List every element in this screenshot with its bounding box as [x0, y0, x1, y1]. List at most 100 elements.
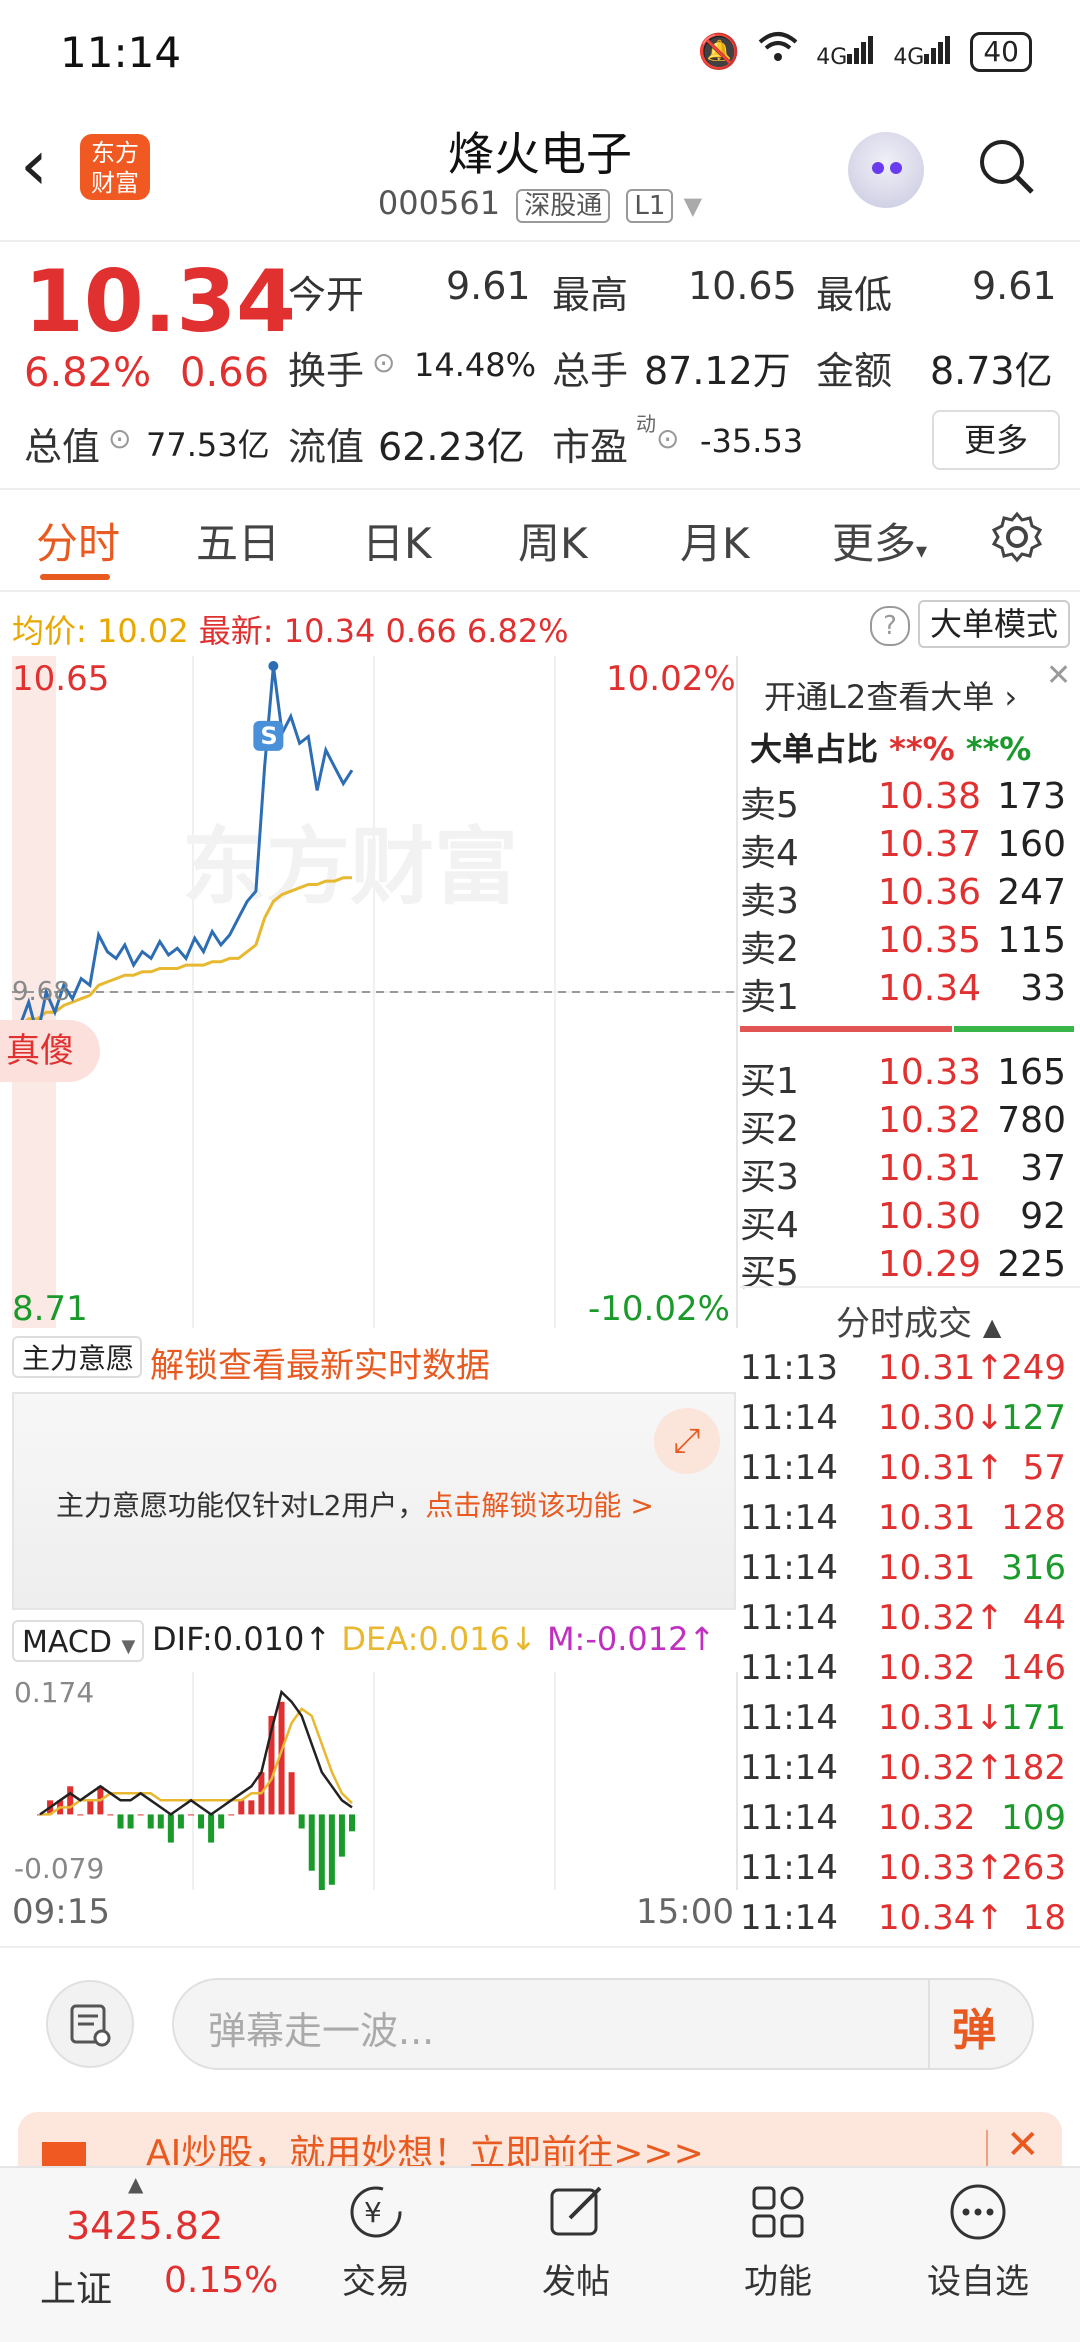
- search-icon[interactable]: [976, 136, 1036, 196]
- tab-weekly-k[interactable]: 周K: [518, 510, 588, 571]
- bid-row[interactable]: 买2 10.32 780: [740, 1100, 1076, 1150]
- macd-bar: [208, 1814, 215, 1843]
- stock-connect-tag: 深股通: [516, 189, 611, 223]
- s-marker[interactable]: S: [253, 720, 284, 751]
- index-value[interactable]: 3425.82: [66, 2204, 223, 2248]
- ask-label: 卖4: [740, 833, 799, 874]
- low-label: 最低: [816, 273, 893, 317]
- chevron-right-icon: ›: [1004, 678, 1018, 716]
- danmu-input[interactable]: 弹幕走一波... 弹: [172, 1978, 1034, 2070]
- mute-icon: 🔕: [697, 31, 741, 72]
- expand-icon[interactable]: ⤢: [654, 1408, 720, 1474]
- time-end-label: 15:00: [636, 1892, 734, 1932]
- info-icon[interactable]: ⊙: [656, 422, 679, 455]
- latest-label: 最新:: [198, 612, 274, 650]
- unlock-link[interactable]: 解锁查看最新实时数据: [150, 1338, 490, 1387]
- tick-volume: 57: [1022, 1448, 1066, 1488]
- intraday-chart[interactable]: 东方财富 S 10.65 10.02% 8.71 -10.02% 9.68 真傻: [0, 656, 738, 1329]
- close-icon[interactable]: ✕: [1006, 2122, 1040, 2168]
- index-name[interactable]: 上证: [40, 2260, 112, 2312]
- tick-volume: 146: [1001, 1648, 1066, 1688]
- close-icon[interactable]: ✕: [1046, 658, 1071, 693]
- comment-bubble[interactable]: 真傻: [0, 1020, 100, 1082]
- grid-icon: [746, 2180, 810, 2244]
- news-icon[interactable]: [46, 1980, 134, 2068]
- tick-row: 11:14 10.33↑ 263: [740, 1848, 1076, 1898]
- tab-monthly-k[interactable]: 月K: [680, 510, 750, 571]
- bid-row[interactable]: 买4 10.30 92: [740, 1196, 1076, 1246]
- ask-row[interactable]: 卖2 10.35 115: [740, 920, 1076, 970]
- tick-volume: 316: [1001, 1548, 1066, 1588]
- pe-value: -35.53: [700, 422, 804, 460]
- help-icon[interactable]: ?: [870, 606, 910, 646]
- mainforce-dropdown[interactable]: 主力意愿 ▼: [12, 1336, 142, 1415]
- low-value: 9.61: [972, 264, 1057, 308]
- tick-price: 10.32: [878, 1798, 976, 1838]
- avg-label: 均价:: [12, 612, 87, 650]
- nav-functions-label: 功能: [744, 2262, 812, 2302]
- tick-time: 11:14: [740, 1648, 838, 1688]
- macd-bar: [198, 1814, 205, 1829]
- big-order-mode-button[interactable]: 大单模式: [918, 600, 1070, 648]
- tick-volume: 109: [1001, 1798, 1066, 1838]
- svg-text:¥: ¥: [364, 2196, 382, 2229]
- bid-volume: 37: [1020, 1148, 1066, 1189]
- l2-promo-link[interactable]: 开通L2查看大单 ›: [764, 672, 1017, 718]
- ask-row[interactable]: 卖5 10.38 173: [740, 776, 1076, 826]
- mainforce-unlock-link[interactable]: 点击解锁该功能 >: [425, 1489, 653, 1522]
- big-order-ratio-label: 大单占比: [750, 730, 879, 768]
- tab-daily-k[interactable]: 日K: [362, 510, 432, 571]
- info-icon[interactable]: ⊙: [372, 346, 395, 379]
- macd-bar: [288, 1772, 295, 1815]
- stock-header: ‹ 东方财富 烽火电子 000561 深股通 L1 ▼: [0, 100, 1080, 242]
- divider: [928, 1980, 930, 2068]
- danmu-button[interactable]: 弹: [952, 1994, 996, 2058]
- macd-bar: [328, 1814, 335, 1885]
- macd-chart[interactable]: 0.174 -0.079: [12, 1672, 738, 1899]
- tick-price: 10.32↑: [878, 1598, 1004, 1638]
- macd-bar: [187, 1814, 194, 1816]
- info-icon[interactable]: ⊙: [108, 422, 131, 455]
- tab-five-day[interactable]: 五日: [196, 510, 280, 571]
- signal-4g-icon: 4G: [816, 34, 875, 70]
- status-time: 11:14: [60, 28, 182, 77]
- nav-post[interactable]: 发帖: [506, 2180, 646, 2303]
- ai-assistant-icon[interactable]: [848, 132, 924, 208]
- nav-watchlist[interactable]: 设自选: [908, 2180, 1048, 2303]
- indicator-dropdown[interactable]: MACD ▼: [12, 1620, 144, 1662]
- amount-value: 8.73亿: [930, 349, 1053, 393]
- tab-intraday[interactable]: 分时: [36, 510, 120, 571]
- tab-more[interactable]: 更多▾: [832, 510, 927, 571]
- ask-row[interactable]: 卖4 10.37 160: [740, 824, 1076, 874]
- nav-functions[interactable]: 功能: [708, 2180, 848, 2303]
- ask-row[interactable]: 卖3 10.36 247: [740, 872, 1076, 922]
- ask-price: 10.35: [878, 920, 982, 961]
- status-bar: 11:14 🔕 4G 4G 40: [0, 0, 1080, 100]
- axis-high-label: 10.65: [12, 659, 109, 699]
- axis-high-pct-label: 10.02%: [606, 659, 736, 699]
- tick-row: 11:14 10.32 109: [740, 1798, 1076, 1848]
- dif-value: DIF:0.010↑: [152, 1620, 332, 1658]
- bid-price: 10.32: [878, 1100, 982, 1141]
- macd-bar: [177, 1814, 184, 1829]
- more-button[interactable]: 更多: [932, 410, 1060, 470]
- trade-icon: ¥: [344, 2180, 408, 2244]
- bid-row[interactable]: 买5 10.29 225: [740, 1244, 1076, 1294]
- ask-volume: 160: [997, 824, 1066, 865]
- watermark: 东方财富: [182, 818, 518, 916]
- tick-time: 11:14: [740, 1748, 838, 1788]
- amount-label: 金额: [816, 349, 893, 393]
- promo-banner[interactable]: AI炒股，就用妙想！立即前往>>> ✕: [18, 2112, 1062, 2172]
- ask-row[interactable]: 卖1 10.34 33: [740, 968, 1076, 1018]
- nav-trade[interactable]: ¥ 交易: [306, 2180, 446, 2303]
- macd-bar: [228, 1814, 235, 1816]
- divider: [740, 1286, 1080, 1288]
- bid-row[interactable]: 买1 10.33 165: [740, 1052, 1076, 1102]
- bid-row[interactable]: 买3 10.31 37: [740, 1148, 1076, 1198]
- bid-price: 10.31: [878, 1148, 982, 1189]
- ticks-header[interactable]: 分时成交 ▲: [836, 1296, 1001, 1345]
- settings-gear-icon[interactable]: [990, 510, 1044, 568]
- divider: [0, 590, 1080, 592]
- macd-bar: [67, 1786, 74, 1815]
- tick-time: 11:14: [740, 1548, 838, 1588]
